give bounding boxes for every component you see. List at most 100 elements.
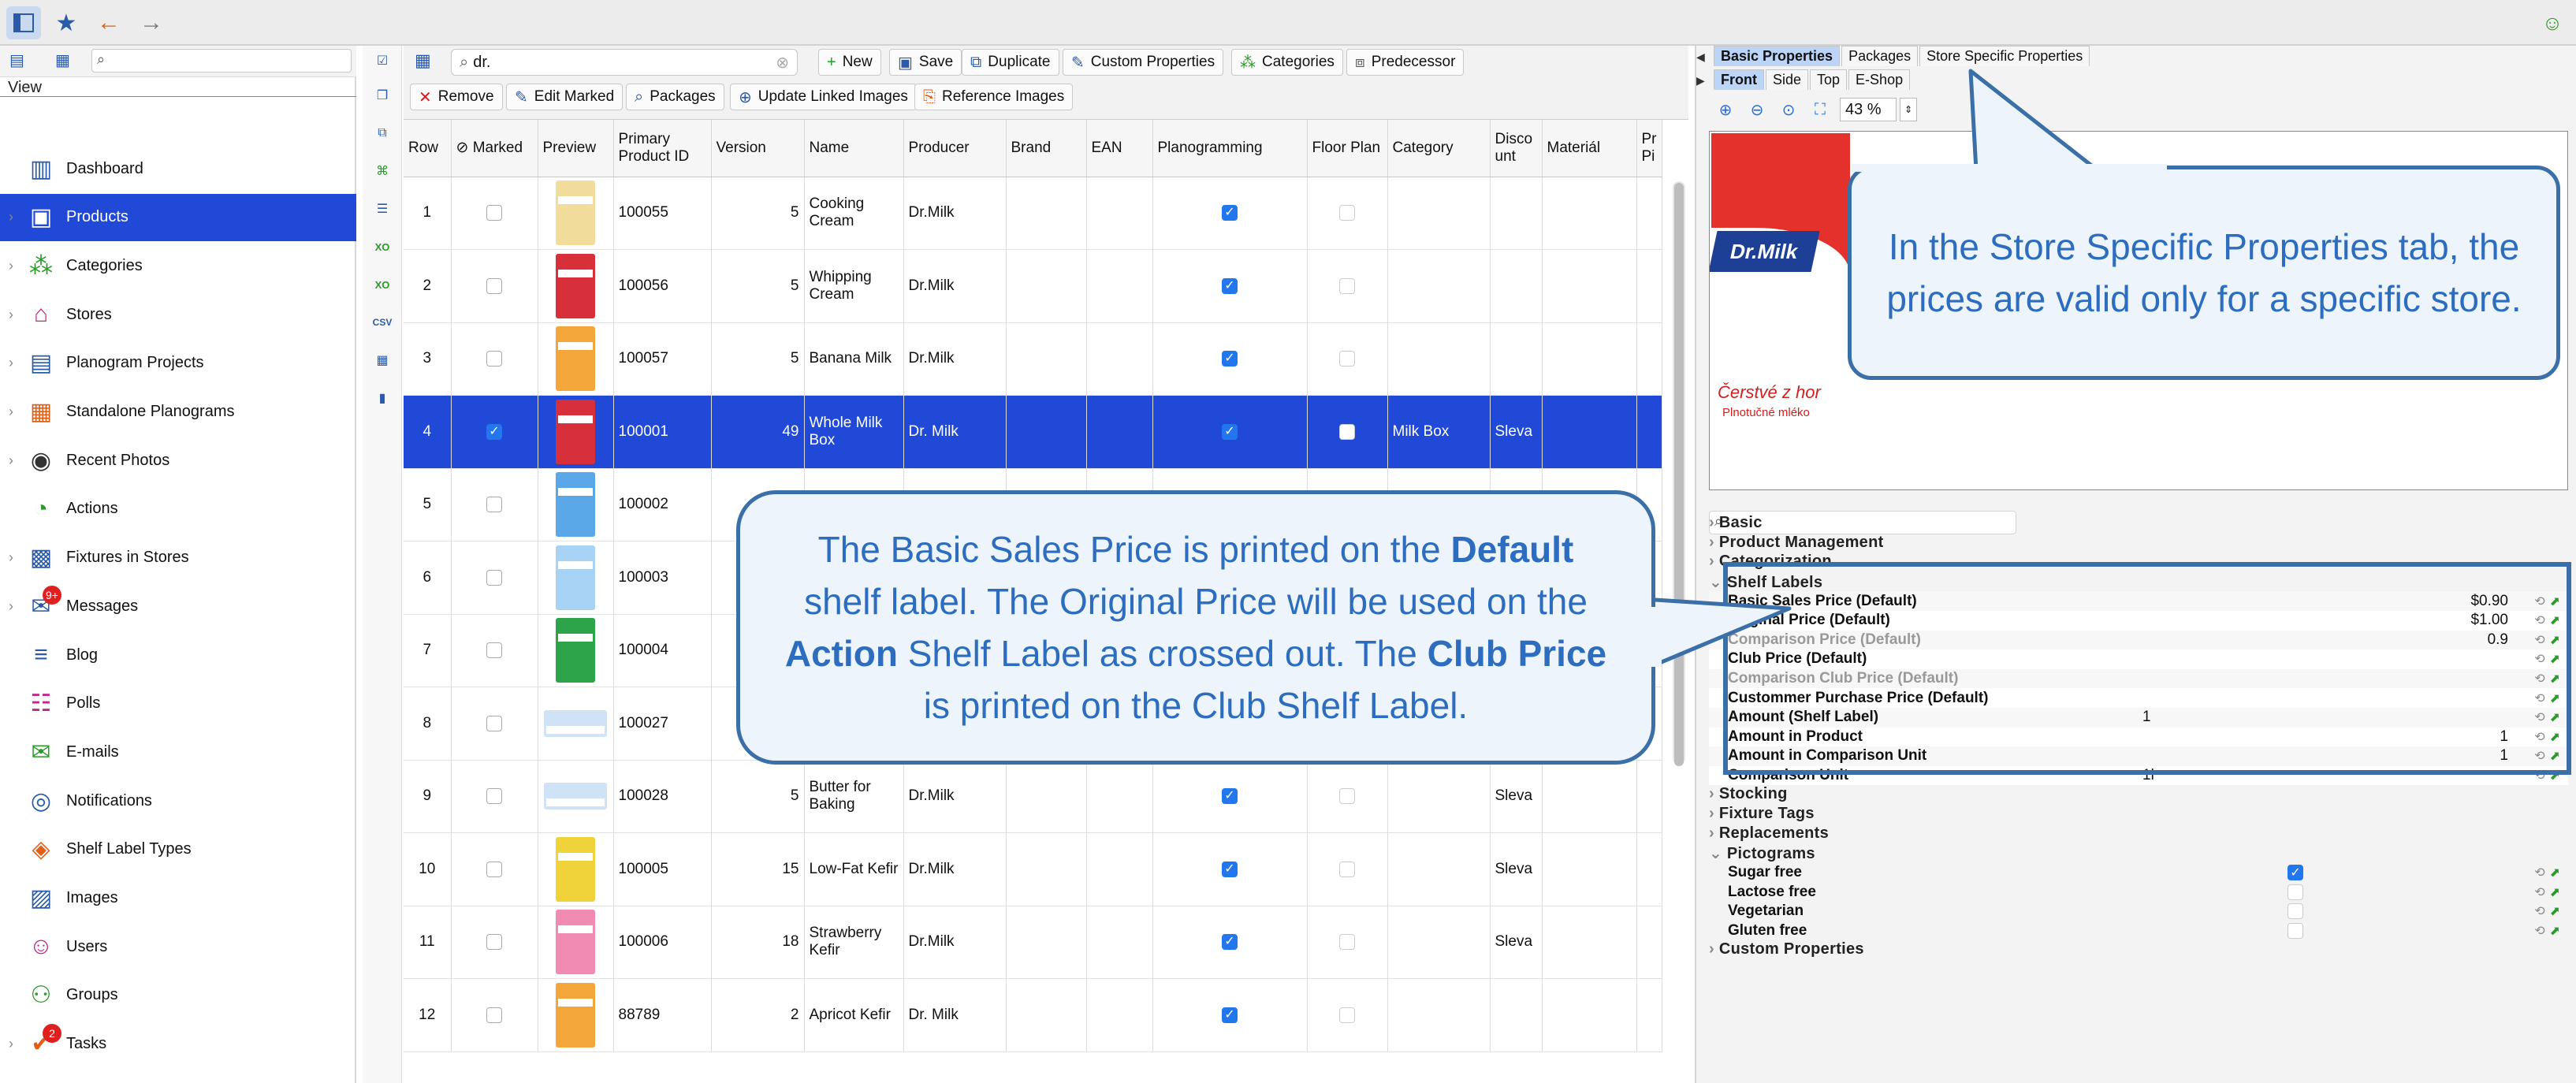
cell-ean[interactable]	[1086, 832, 1153, 906]
property-row[interactable]: Custommer Purchase Price (Default) ⟲ ⬈	[1709, 688, 2568, 708]
cell-floor-plan-checkbox[interactable]	[1339, 205, 1355, 221]
cell-ean[interactable]	[1086, 760, 1153, 833]
cell-version[interactable]: 18	[711, 906, 805, 979]
cell-marked[interactable]	[451, 322, 538, 396]
cell-planogramming-checkbox[interactable]: ✓	[1222, 277, 1238, 294]
marked-checkbox[interactable]	[486, 205, 502, 221]
sidebar-item-products[interactable]: › ▣ Products	[0, 193, 356, 241]
cell-category[interactable]	[1387, 978, 1491, 1052]
cell-version[interactable]: 2	[711, 978, 805, 1052]
chevron-right-icon[interactable]: ›	[0, 404, 22, 420]
cell-planogramming-checkbox[interactable]: ✓	[1222, 861, 1238, 877]
cell-category[interactable]	[1387, 322, 1491, 396]
cell-brand[interactable]	[1006, 249, 1087, 323]
cell-producer[interactable]: Dr.Milk	[903, 906, 1007, 979]
cell-discount[interactable]	[1490, 978, 1543, 1052]
cell-row[interactable]: 10	[404, 832, 452, 906]
cell-row[interactable]: 1	[404, 177, 452, 250]
cell-row[interactable]: 12	[404, 978, 452, 1052]
pictogram-checkbox[interactable]: ✓	[2288, 865, 2303, 881]
property-category[interactable]: › Stocking	[1709, 785, 1788, 803]
cell-brand[interactable]	[1006, 395, 1087, 469]
cell-product-id[interactable]: 100028	[613, 760, 712, 833]
csv-icon[interactable]: CSV	[370, 311, 394, 334]
cell-planogramming[interactable]: ✓	[1152, 395, 1308, 469]
cell-extra[interactable]	[1636, 395, 1662, 469]
subtab-front[interactable]: Front	[1714, 69, 1764, 90]
cell-marked[interactable]	[451, 614, 538, 687]
cell-category[interactable]	[1387, 177, 1491, 250]
inherit-icon[interactable]: ⬈	[2550, 884, 2560, 900]
reset-icon[interactable]: ⟲	[2534, 594, 2544, 609]
pictogram-checkbox[interactable]	[2288, 903, 2303, 920]
save-button[interactable]: ▣ Save	[889, 49, 962, 76]
inherit-icon[interactable]: ⬈	[2550, 651, 2560, 667]
cell-planogramming-checkbox[interactable]: ✓	[1222, 788, 1238, 805]
pictogram-checkbox[interactable]	[2288, 922, 2303, 939]
reset-icon[interactable]: ⟲	[2534, 748, 2544, 764]
chart-icon[interactable]: ▮	[370, 386, 394, 410]
reset-icon[interactable]: ⟲	[2534, 903, 2544, 919]
cell-floor-plan-checkbox[interactable]	[1339, 1007, 1355, 1023]
cell-brand[interactable]	[1006, 906, 1087, 979]
cell-floor-plan[interactable]	[1307, 395, 1388, 469]
cell-ean[interactable]	[1086, 249, 1153, 323]
zoom-in-icon[interactable]: ⊕	[1714, 98, 1737, 121]
select-all-icon[interactable]: ☑	[370, 49, 394, 73]
layout-icon[interactable]: ▦	[55, 50, 70, 70]
marked-checkbox[interactable]	[486, 497, 502, 513]
cell-marked[interactable]: ✓	[451, 395, 538, 469]
sidebar-item-tasks[interactable]: › ✔ 2 Tasks	[0, 1021, 356, 1068]
cell-floor-plan-checkbox[interactable]	[1339, 423, 1355, 440]
inherit-icon[interactable]: ⬈	[2550, 612, 2560, 628]
sidebar-item-fixtures-in-stores[interactable]: › ▩ Fixtures in Stores	[0, 534, 356, 582]
column-header[interactable]: Materiál	[1542, 120, 1637, 177]
cell-floor-plan-checkbox[interactable]	[1339, 788, 1355, 805]
sidebar-item-notifications[interactable]: ◎ Notifications	[0, 777, 356, 824]
collapse-panel-icon[interactable]: ◀	[1696, 50, 1705, 64]
cell-name[interactable]: Low-Fat Kefir	[804, 832, 904, 906]
cell-marked[interactable]	[451, 760, 538, 833]
cell-row[interactable]: 9	[404, 760, 452, 833]
edit-marked-button[interactable]: ✎ Edit Marked	[506, 84, 624, 110]
sidebar-item-standalone-planograms[interactable]: › ▦ Standalone Planograms	[0, 389, 356, 436]
sidebar-item-polls[interactable]: ☷ Polls	[0, 680, 356, 728]
cell-planogramming[interactable]: ✓	[1152, 978, 1308, 1052]
column-header[interactable]: Primary Product ID	[613, 120, 712, 177]
cell-planogramming[interactable]: ✓	[1152, 249, 1308, 323]
reference-images-button[interactable]: ⎘ Reference Images	[914, 84, 1074, 110]
cell-version[interactable]: 5	[711, 322, 805, 396]
cell-floor-plan-checkbox[interactable]	[1339, 351, 1355, 367]
reset-icon[interactable]: ⟲	[2534, 709, 2544, 725]
cell-product-id[interactable]: 100001	[613, 395, 712, 469]
cell-row[interactable]: 4	[404, 395, 452, 469]
tree-expand-icon[interactable]: ▤	[9, 50, 24, 70]
cell-ean[interactable]	[1086, 322, 1153, 396]
inherit-icon[interactable]: ⬈	[2550, 690, 2560, 706]
property-row[interactable]: Comparison Club Price (Default) ⟲ ⬈	[1709, 668, 2568, 689]
table-row[interactable]: 3 100057 5 Banana Milk Dr.Milk ✓	[404, 322, 1662, 396]
cell-brand[interactable]	[1006, 832, 1087, 906]
new-button[interactable]: + New	[818, 49, 881, 76]
sidebar-item-actions[interactable]: ◔ Actions	[0, 486, 356, 533]
cell-marked[interactable]	[451, 468, 538, 542]
cell-version[interactable]: 15	[711, 832, 805, 906]
inherit-icon[interactable]: ⬈	[2550, 709, 2560, 725]
property-right-value[interactable]: 1	[2500, 728, 2508, 746]
column-header[interactable]: Version	[711, 120, 805, 177]
property-category[interactable]: › Replacements	[1709, 824, 1829, 843]
inherit-icon[interactable]: ⬈	[2550, 865, 2560, 880]
marked-checkbox[interactable]	[486, 1007, 502, 1023]
cell-product-id[interactable]: 100055	[613, 177, 712, 250]
cell-product-id[interactable]: 100027	[613, 687, 712, 761]
property-value[interactable]: 1	[2142, 709, 2151, 726]
property-right-value[interactable]: $0.90	[2470, 593, 2508, 610]
chevron-right-icon[interactable]: ›	[0, 452, 22, 469]
cell-product-id[interactable]: 100002	[613, 468, 712, 542]
cell-producer[interactable]: Dr.Milk	[903, 177, 1007, 250]
cell-extra[interactable]	[1636, 906, 1662, 979]
pictogram-row[interactable]: Vegetarian ⟲ ⬈	[1709, 902, 2568, 921]
inherit-icon[interactable]: ⬈	[2550, 729, 2560, 745]
table-row[interactable]: 1 100055 5 Cooking Cream Dr.Milk ✓	[404, 177, 1662, 250]
cell-category[interactable]	[1387, 760, 1491, 833]
